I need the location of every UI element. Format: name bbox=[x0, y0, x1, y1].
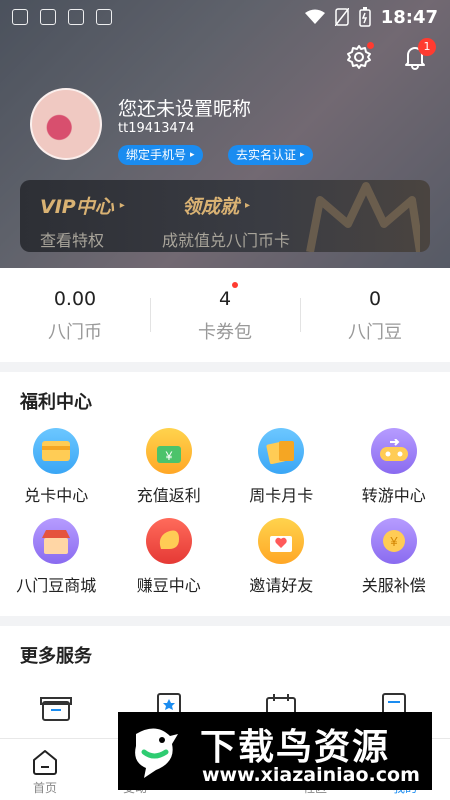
section-title: 福利中心 bbox=[20, 392, 92, 413]
stat-label: 卡券包 bbox=[198, 322, 252, 343]
font-a-icon bbox=[96, 9, 112, 25]
home-icon bbox=[33, 750, 57, 775]
avatar[interactable] bbox=[30, 88, 102, 160]
wallet-stats: 0.00 八门币 4 卡券包 0 八门豆 bbox=[0, 268, 450, 362]
stat-label: 八门币 bbox=[48, 322, 102, 343]
vip-card: VIP中心 ▸ 查看特权 领成就 ▸ 成就值兑八门币卡 bbox=[20, 180, 430, 252]
stat-value: 0 bbox=[368, 288, 382, 310]
bean-mall-icon bbox=[33, 518, 80, 564]
stat-coupons[interactable]: 4 卡券包 bbox=[150, 268, 300, 362]
achievement-entry[interactable]: 领成就 ▸ 成就值兑八门币卡 bbox=[162, 192, 290, 251]
section-title: 更多服务 bbox=[20, 646, 92, 667]
caret-right-icon: ▸ bbox=[300, 150, 305, 160]
welfare-item-game-transfer[interactable]: 转游中心 bbox=[338, 428, 450, 506]
crown-icon bbox=[306, 182, 420, 252]
card-exchange-icon bbox=[33, 428, 80, 474]
welfare-item-label: 邀请好友 bbox=[249, 576, 314, 595]
real-name-button[interactable]: 去实名认证 ▸ bbox=[228, 145, 313, 165]
welfare-item-label: 充值返利 bbox=[136, 486, 201, 505]
wifi-icon bbox=[304, 9, 325, 24]
watermark-url: www.xiazainiao.com bbox=[202, 764, 420, 786]
vip-title: VIP中心 bbox=[40, 196, 114, 218]
recharge-rebate-icon: ¥ bbox=[145, 428, 192, 474]
welfare-item-label: 兑卡中心 bbox=[24, 486, 89, 505]
welfare-center: 福利中心 兑卡中心 ¥ 充值返利 周卡月卡 转游中心 八门豆商城 赚豆中心 邀请… bbox=[0, 372, 450, 616]
user-id: tt19413474 bbox=[118, 121, 195, 136]
stat-label: 八门豆 bbox=[348, 322, 402, 343]
tab-home[interactable]: 首页 bbox=[0, 739, 90, 800]
stat-beans[interactable]: 0 八门豆 bbox=[300, 268, 450, 362]
welfare-item-invite-friends[interactable]: 邀请好友 bbox=[225, 518, 338, 596]
stat-coins[interactable]: 0.00 八门币 bbox=[0, 268, 150, 362]
welfare-item-card-exchange[interactable]: 兑卡中心 bbox=[0, 428, 113, 506]
settings-button[interactable] bbox=[342, 40, 376, 74]
nickname[interactable]: 您还未设置昵称 bbox=[118, 94, 251, 121]
shield-icon-2 bbox=[68, 9, 84, 25]
invite-friends-icon bbox=[258, 518, 305, 564]
profile-screen: 18:47 1 您还未设置昵称 tt19413474 绑定手机号 ▸ 去实名认证 ▸… bbox=[0, 0, 450, 800]
achievement-subtitle: 成就值兑八门币卡 bbox=[162, 231, 291, 250]
bind-phone-label: 绑定手机号 bbox=[126, 148, 187, 162]
caret-right-icon: ▸ bbox=[190, 150, 195, 160]
vip-center-entry[interactable]: VIP中心 ▸ 查看特权 bbox=[40, 192, 125, 251]
gift-box-icon bbox=[40, 697, 73, 721]
welfare-item-label: 赚豆中心 bbox=[136, 576, 201, 595]
tab-label: 首页 bbox=[32, 781, 57, 795]
notification-badge: 1 bbox=[418, 38, 436, 56]
weekly-monthly-card-icon bbox=[258, 428, 305, 474]
caret-right-icon: ▸ bbox=[119, 200, 125, 211]
compensation-icon: ¥ bbox=[370, 518, 417, 564]
svg-text:¥: ¥ bbox=[164, 449, 172, 463]
profile-header: 18:47 1 您还未设置昵称 tt19413474 绑定手机号 ▸ 去实名认证 ▸… bbox=[0, 0, 450, 268]
welfare-item-label: 转游中心 bbox=[361, 486, 426, 505]
bird-logo bbox=[135, 728, 178, 778]
welfare-item-compensation[interactable]: ¥ 关服补偿 bbox=[338, 518, 450, 596]
battery-icon bbox=[358, 7, 371, 27]
coupon-dot bbox=[232, 282, 238, 288]
caret-right-icon: ▸ bbox=[245, 200, 251, 211]
welfare-item-label: 关服补偿 bbox=[361, 576, 426, 595]
welfare-item-bean-mall[interactable]: 八门豆商城 bbox=[0, 518, 113, 596]
welfare-item-label: 周卡月卡 bbox=[249, 486, 314, 505]
no-sim-icon bbox=[334, 8, 349, 26]
shield-icon bbox=[40, 9, 56, 25]
vip-subtitle: 查看特权 bbox=[40, 231, 105, 250]
stat-value: 4 bbox=[218, 288, 232, 310]
notifications-button[interactable]: 1 bbox=[398, 38, 436, 74]
app-notification-icon bbox=[12, 9, 28, 25]
svg-text:¥: ¥ bbox=[389, 534, 398, 549]
watermark-banner: 下载鸟资源 www.xiazainiao.com bbox=[118, 712, 432, 790]
bind-phone-button[interactable]: 绑定手机号 ▸ bbox=[118, 145, 203, 165]
status-notification-icons bbox=[12, 9, 112, 25]
service-gift-box[interactable] bbox=[0, 692, 113, 722]
welfare-item-weekly-card[interactable]: 周卡月卡 bbox=[225, 428, 338, 506]
status-bar: 18:47 bbox=[0, 0, 450, 34]
settings-dot bbox=[367, 42, 374, 49]
achievement-title: 领成就 bbox=[182, 196, 240, 218]
earn-beans-icon bbox=[145, 518, 192, 564]
status-time: 18:47 bbox=[380, 6, 438, 28]
stat-value: 0.00 bbox=[53, 288, 97, 310]
game-transfer-icon bbox=[370, 428, 417, 474]
welfare-item-earn-beans[interactable]: 赚豆中心 bbox=[113, 518, 226, 596]
welfare-item-recharge-rebate[interactable]: ¥ 充值返利 bbox=[113, 428, 226, 506]
real-name-label: 去实名认证 bbox=[236, 148, 297, 162]
welfare-item-label: 八门豆商城 bbox=[16, 576, 97, 595]
watermark-title: 下载鸟资源 bbox=[200, 727, 391, 768]
